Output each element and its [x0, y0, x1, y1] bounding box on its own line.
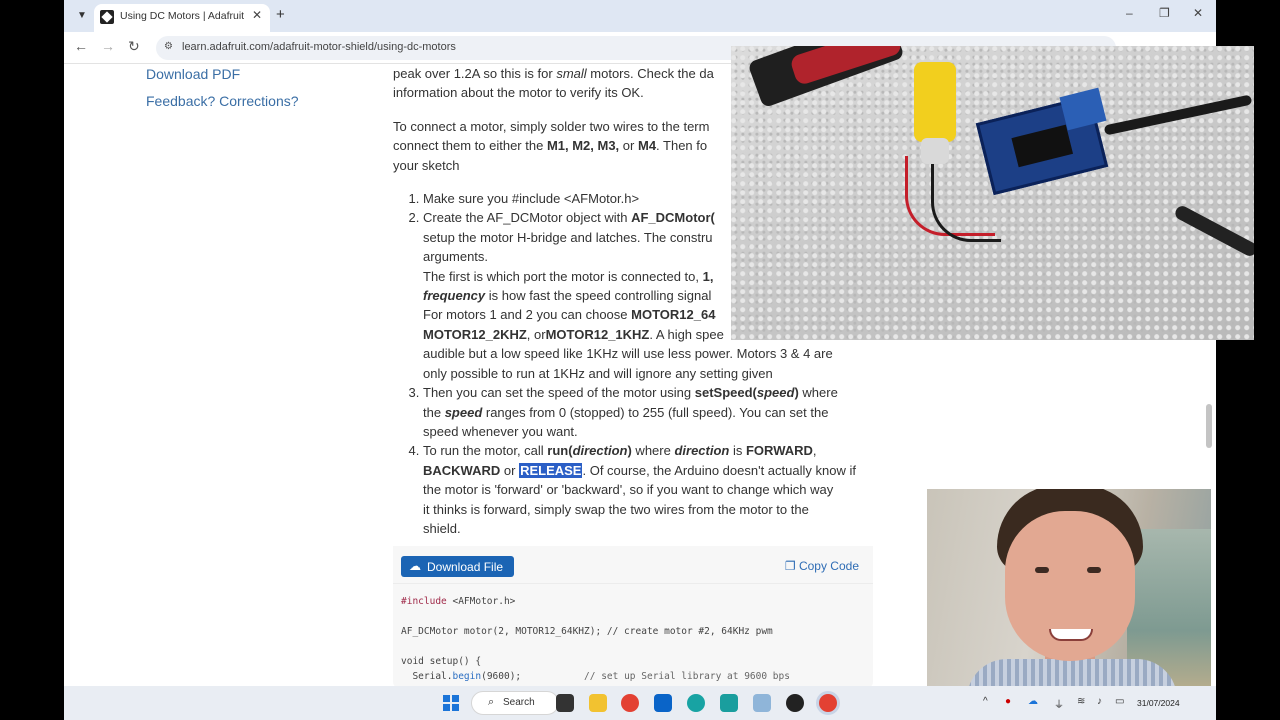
close-window-button[interactable]: ✕	[1193, 6, 1203, 20]
back-button[interactable]: ←	[74, 38, 88, 54]
taskbar-date[interactable]: 31/07/2024	[1137, 698, 1180, 708]
reload-button[interactable]: ↻	[128, 38, 140, 55]
tray-overflow-icon[interactable]: ^	[983, 696, 988, 707]
yellow-dc-motor	[914, 62, 956, 142]
page-scrollbar[interactable]	[1206, 404, 1212, 448]
download-file-button[interactable]: ☁ Download File	[401, 556, 514, 577]
usb-icon[interactable]: ⏚	[1054, 696, 1064, 711]
copy-code-button[interactable]: ❐ Copy Code	[785, 559, 859, 573]
url-text: learn.adafruit.com/adafruit-motor-shield…	[182, 41, 456, 53]
snipping-tool-icon[interactable]	[753, 694, 771, 712]
tab-title: Using DC Motors | Adafruit Mo	[120, 10, 244, 22]
taskbar-search[interactable]: ⌕ Search	[471, 691, 559, 715]
download-pdf-link[interactable]: Download PDF	[146, 66, 240, 82]
file-explorer-icon[interactable]	[589, 694, 607, 712]
search-icon: ⌕	[488, 696, 495, 708]
code-block: ☁ Download File ❐ Copy Code #include <AF…	[393, 546, 873, 686]
chrome-active-icon[interactable]	[819, 694, 837, 712]
tab-using-dc-motors[interactable]: Using DC Motors | Adafruit Mo ✕	[94, 4, 270, 32]
feedback-link[interactable]: Feedback? Corrections?	[146, 93, 299, 109]
tab-list-chevron-down-icon[interactable]: ▼	[72, 6, 92, 26]
maximize-button[interactable]: ❐	[1159, 6, 1170, 20]
volume-icon[interactable]: ♪	[1097, 696, 1102, 707]
chrome-icon[interactable]	[621, 694, 639, 712]
edge-icon[interactable]	[687, 694, 705, 712]
obs-icon[interactable]	[786, 694, 804, 712]
motor-shield-photo	[731, 46, 1254, 340]
cloud-download-icon: ☁	[409, 559, 421, 573]
task-view-icon[interactable]	[556, 694, 574, 712]
new-tab-button[interactable]: +	[276, 6, 285, 23]
arduino-icon[interactable]	[720, 694, 738, 712]
tab-close-icon[interactable]: ✕	[252, 8, 262, 22]
list-item: Then you can set the speed of the motor …	[423, 383, 875, 441]
outlook-icon[interactable]	[654, 694, 672, 712]
site-info-icon[interactable]: ⚙	[164, 41, 173, 52]
copy-icon: ❐	[784, 559, 796, 573]
windows-taskbar: ⌕ Search ^ ● ☁ ⏚ ≋ ♪ ▭ 31/07/2024	[0, 686, 1280, 720]
code-listing: #include <AFMotor.h> AF_DCMotor motor(2,…	[401, 596, 790, 682]
battery-icon[interactable]: ▭	[1115, 696, 1124, 707]
webcam-presenter-video	[927, 489, 1211, 698]
tab-bar: ▼ Using DC Motors | Adafruit Mo ✕ + – ❐ …	[64, 0, 1216, 32]
code-toolbar: ☁ Download File ❐ Copy Code	[393, 546, 873, 584]
selected-text-release[interactable]: RELEASE	[519, 462, 583, 478]
minimize-button[interactable]: –	[1126, 6, 1133, 20]
list-item: To run the motor, call run(direction) wh…	[423, 441, 875, 538]
windows-start-icon[interactable]	[443, 695, 459, 711]
adafruit-favicon-icon	[100, 10, 114, 24]
forward-button[interactable]: →	[101, 38, 115, 54]
onedrive-icon[interactable]: ☁	[1028, 696, 1038, 707]
tray-app-icon[interactable]: ●	[1005, 696, 1011, 707]
wifi-icon[interactable]: ≋	[1077, 696, 1085, 707]
